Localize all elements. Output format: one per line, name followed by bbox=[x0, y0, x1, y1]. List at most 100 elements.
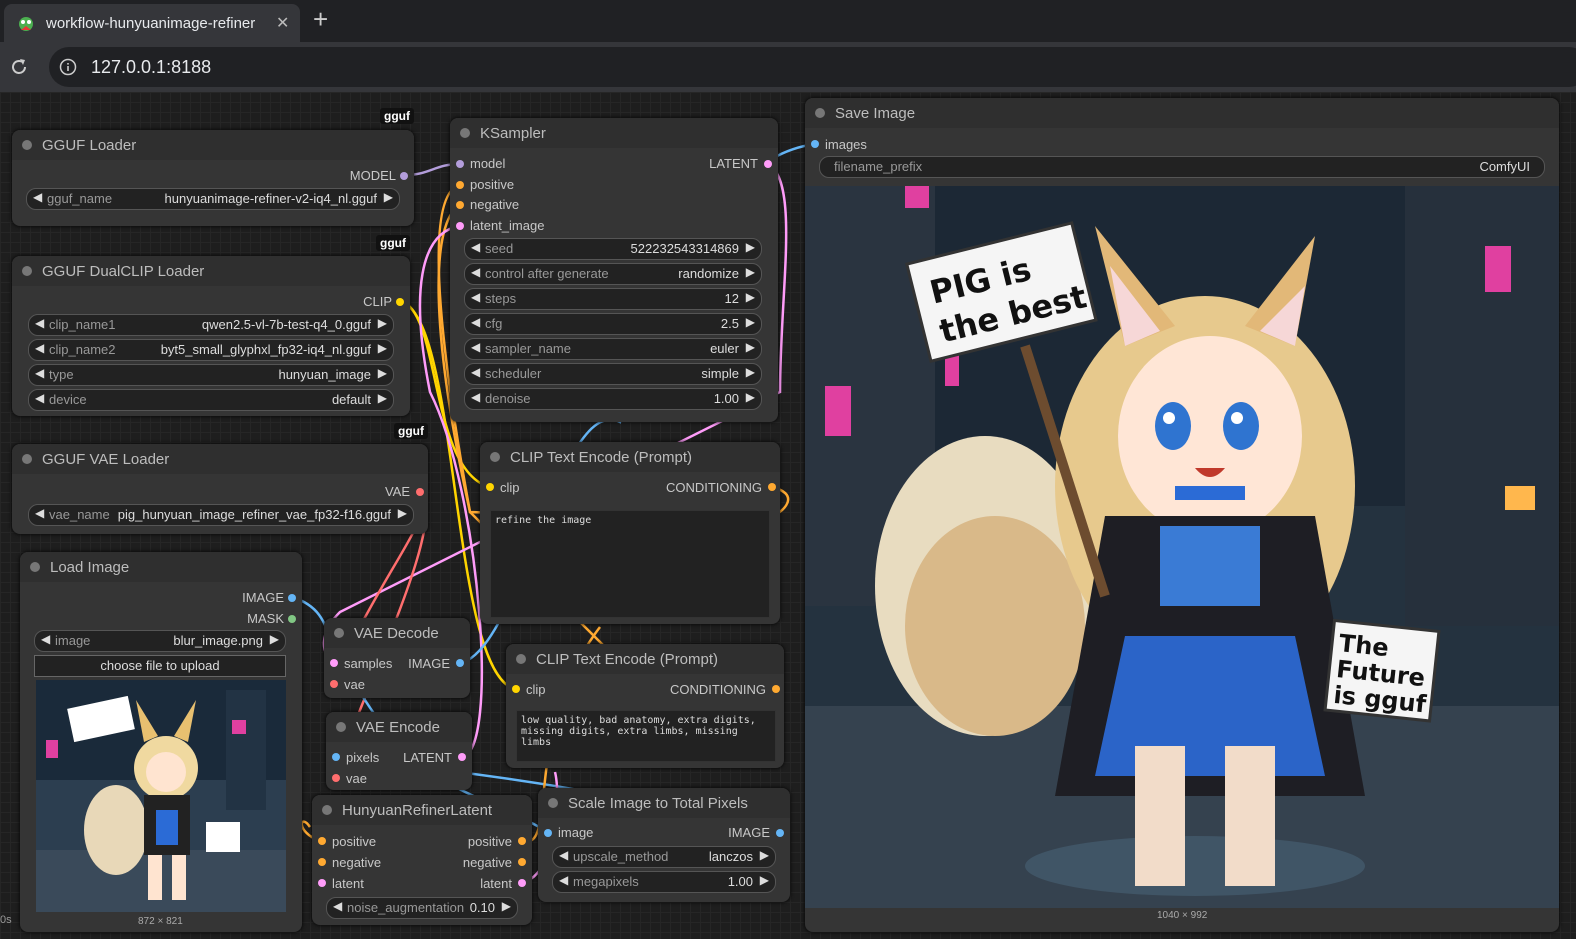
output-pin-model[interactable] bbox=[400, 172, 408, 180]
vae-decode-node[interactable]: VAE Decode samples vae IMAGE bbox=[324, 618, 470, 698]
reload-icon[interactable] bbox=[8, 56, 30, 78]
input-label-images: images bbox=[825, 137, 867, 152]
widget-gguf-name[interactable]: ◀ gguf_name hunyuanimage-refiner-v2-iq4_nl… bbox=[26, 188, 400, 210]
input-pin-vae[interactable] bbox=[332, 774, 340, 782]
output-pin-latent[interactable] bbox=[458, 753, 466, 761]
input-label-model: model bbox=[470, 156, 506, 171]
hunyuan-refiner-latent-node[interactable]: HunyuanRefinerLatent positive negative l… bbox=[312, 795, 532, 925]
node-collapse-dot[interactable] bbox=[815, 108, 825, 118]
output-image-size: 1040 × 992 bbox=[1157, 910, 1208, 921]
widget-image[interactable]: ◀ image blur_image.png ▶ bbox=[34, 630, 286, 652]
node-title: KSampler bbox=[480, 125, 546, 142]
widget-type[interactable]: ◀ type hunyuan_image ▶ bbox=[28, 364, 394, 386]
node-collapse-dot[interactable] bbox=[30, 562, 40, 572]
input-label-samples: samples bbox=[344, 656, 393, 671]
browser-tab[interactable]: workflow-hunyuanimage-refiner ✕ bbox=[4, 4, 300, 42]
scale-image-to-total-pixels-node[interactable]: Scale Image to Total Pixels image IMAGE … bbox=[538, 788, 790, 902]
arrow-right-icon[interactable]: ▶ bbox=[384, 190, 393, 204]
input-pin-negative[interactable] bbox=[456, 201, 464, 209]
vae-encode-node[interactable]: VAE Encode pixels vae LATENT bbox=[326, 712, 472, 790]
input-pin-samples[interactable] bbox=[330, 659, 338, 667]
output-label-vae: VAE bbox=[384, 484, 410, 499]
output-pin-image[interactable] bbox=[288, 594, 296, 602]
clip-text-encode-positive-node[interactable]: CLIP Text Encode (Prompt) clip CONDITION… bbox=[480, 442, 780, 624]
node-collapse-dot[interactable] bbox=[334, 628, 344, 638]
choose-file-button[interactable]: choose file to upload bbox=[34, 655, 286, 677]
widget-control-after-generate[interactable]: ◀ control after generate randomize ▶ bbox=[464, 263, 762, 285]
input-label-image: image bbox=[558, 825, 594, 840]
node-collapse-dot[interactable] bbox=[322, 805, 332, 815]
widget-seed[interactable]: ◀ seed 522232543314869 ▶ bbox=[464, 238, 762, 260]
widget-sampler-name[interactable]: ◀ sampler_name euler ▶ bbox=[464, 338, 762, 360]
clip-text-encode-negative-node[interactable]: CLIP Text Encode (Prompt) clip CONDITION… bbox=[506, 644, 784, 768]
gguf-dualclip-loader-node[interactable]: GGUF DualCLIP Loader CLIP ◀ clip_name1 qwe… bbox=[12, 256, 410, 416]
output-label-image: IMAGE bbox=[728, 825, 770, 840]
tab-close-icon[interactable]: ✕ bbox=[276, 13, 289, 33]
arrow-left-icon[interactable]: ◀ bbox=[33, 190, 42, 204]
node-collapse-dot[interactable] bbox=[460, 128, 470, 138]
widget-scheduler[interactable]: ◀ scheduler simple ▶ bbox=[464, 363, 762, 385]
node-collapse-dot[interactable] bbox=[490, 452, 500, 462]
node-collapse-dot[interactable] bbox=[22, 266, 32, 276]
widget-clip-name1[interactable]: ◀ clip_name1 qwen2.5-vl-7b-test-q4_0.gguf ▶ bbox=[28, 314, 394, 336]
output-pin-latent[interactable] bbox=[764, 160, 772, 168]
widget-device[interactable]: ◀ device default ▶ bbox=[28, 389, 394, 411]
output-pin-image[interactable] bbox=[776, 829, 784, 837]
output-pin-positive[interactable] bbox=[518, 837, 526, 845]
gguf-badge: gguf bbox=[394, 423, 428, 439]
node-collapse-dot[interactable] bbox=[548, 798, 558, 808]
input-pin-model[interactable] bbox=[456, 160, 464, 168]
new-tab-icon[interactable]: + bbox=[313, 4, 328, 34]
input-pin-positive[interactable] bbox=[318, 837, 326, 845]
node-collapse-dot[interactable] bbox=[22, 454, 32, 464]
widget-vae-name[interactable]: ◀ vae_name pig_hunyuan_image_refiner_vae_f… bbox=[28, 504, 414, 526]
node-collapse-dot[interactable] bbox=[336, 722, 346, 732]
input-pin-image[interactable] bbox=[544, 829, 552, 837]
output-pin-mask[interactable] bbox=[288, 615, 296, 623]
output-pin-vae[interactable] bbox=[416, 488, 424, 496]
output-pin-clip[interactable] bbox=[396, 298, 404, 306]
input-label-negative: negative bbox=[332, 855, 382, 870]
output-label-latent: LATENT bbox=[403, 750, 452, 765]
positive-prompt-textarea[interactable]: refine the image bbox=[490, 510, 770, 618]
output-pin-image[interactable] bbox=[456, 659, 464, 667]
widget-clip-name2[interactable]: ◀ clip_name2 byt5_small_glyphxl_fp32-iq4_n… bbox=[28, 339, 394, 361]
input-pin-images[interactable] bbox=[811, 140, 819, 148]
widget-filename-prefix[interactable]: filename_prefix ComfyUI bbox=[819, 156, 1545, 178]
gguf-vae-loader-node[interactable]: GGUF VAE Loader VAE ◀ vae_name pig_hunyuan… bbox=[12, 444, 428, 534]
url-omnibox[interactable]: 127.0.0.1:8188 bbox=[49, 47, 1576, 87]
widget-steps[interactable]: ◀ steps 12 ▶ bbox=[464, 288, 762, 310]
node-graph-canvas[interactable]: gguf GGUF Loader MODEL ◀ gguf_name hunyuan… bbox=[0, 92, 1576, 939]
save-image-node[interactable]: Save Image images filename_prefix ComfyUI bbox=[805, 98, 1559, 932]
widget-cfg[interactable]: ◀ cfg 2.5 ▶ bbox=[464, 313, 762, 335]
url-text: 127.0.0.1:8188 bbox=[91, 57, 212, 77]
ksampler-node[interactable]: KSampler model positive negative latent_… bbox=[450, 118, 778, 422]
widget-megapixels[interactable]: ◀ megapixels 1.00 ▶ bbox=[552, 871, 776, 893]
input-pin-clip[interactable] bbox=[512, 685, 520, 693]
input-pin-vae[interactable] bbox=[330, 680, 338, 688]
input-label-pixels: pixels bbox=[346, 750, 380, 765]
node-title: GGUF DualCLIP Loader bbox=[42, 263, 205, 280]
load-image-node[interactable]: Load Image IMAGE MASK ◀ image blur_image.p… bbox=[20, 552, 302, 932]
input-pin-negative[interactable] bbox=[318, 858, 326, 866]
negative-prompt-textarea[interactable]: low quality, bad anatomy, extra digits, … bbox=[516, 710, 776, 762]
node-collapse-dot[interactable] bbox=[22, 140, 32, 150]
output-pin-conditioning[interactable] bbox=[768, 483, 776, 491]
widget-upscale-method[interactable]: ◀ upscale_method lanczos ▶ bbox=[552, 846, 776, 868]
output-pin-negative[interactable] bbox=[518, 858, 526, 866]
output-label-conditioning: CONDITIONING bbox=[665, 480, 762, 495]
output-pin-latent[interactable] bbox=[518, 879, 526, 887]
input-pin-positive[interactable] bbox=[456, 181, 464, 189]
output-label-image: IMAGE bbox=[408, 656, 450, 671]
widget-denoise[interactable]: ◀ denoise 1.00 ▶ bbox=[464, 388, 762, 410]
site-info-icon[interactable] bbox=[59, 58, 77, 76]
input-pin-latent-image[interactable] bbox=[456, 222, 464, 230]
input-pin-clip[interactable] bbox=[486, 483, 494, 491]
input-pin-pixels[interactable] bbox=[332, 753, 340, 761]
widget-noise-augmentation[interactable]: ◀ noise_augmentation 0.10 ▶ bbox=[326, 897, 518, 919]
output-label-latent: LATENT bbox=[709, 156, 758, 171]
output-pin-conditioning[interactable] bbox=[772, 685, 780, 693]
node-collapse-dot[interactable] bbox=[516, 654, 526, 664]
input-pin-latent[interactable] bbox=[318, 879, 326, 887]
gguf-loader-node[interactable]: GGUF Loader MODEL ◀ gguf_name hunyuanimage… bbox=[12, 130, 414, 226]
